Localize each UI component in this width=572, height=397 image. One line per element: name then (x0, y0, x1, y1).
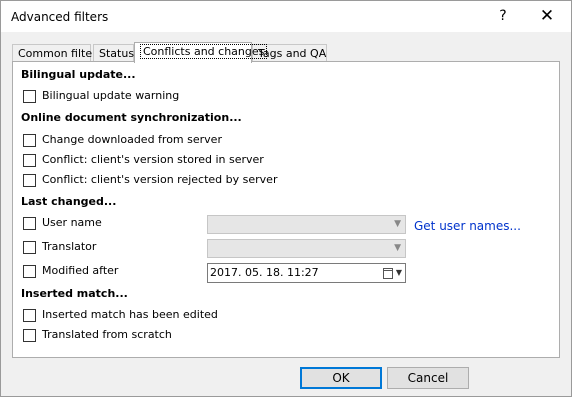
checkbox-box[interactable] (23, 216, 36, 230)
checkbox-label: Change downloaded from server (42, 133, 222, 146)
checkbox-label: Translator (42, 240, 97, 253)
tab-status[interactable]: Status (93, 44, 134, 61)
user-name-combo[interactable]: ▼ (207, 215, 406, 234)
checkbox-user-name[interactable]: User name (23, 216, 102, 230)
checkbox-label: Inserted match has been edited (42, 308, 218, 321)
checkbox-box[interactable] (23, 133, 36, 147)
section-online-sync: Online document synchronization... (21, 111, 242, 124)
ok-button[interactable]: OK (300, 367, 382, 389)
checkbox-label: Translated from scratch (42, 328, 172, 341)
modified-after-date-picker[interactable]: 2017. 05. 18. 11:27 ▼ (207, 263, 406, 283)
checkbox-label: Conflict: client's version rejected by s… (42, 173, 278, 186)
checkbox-box[interactable] (23, 89, 36, 103)
checkbox-label: Bilingual update warning (42, 89, 180, 102)
checkbox-inserted-edited[interactable]: Inserted match has been edited (23, 308, 218, 322)
tab-label: Tags and QA (258, 47, 327, 60)
checkbox-box[interactable] (23, 153, 36, 167)
chevron-down-icon[interactable]: ▼ (396, 268, 402, 277)
checkbox-conflict-stored[interactable]: Conflict: client's version stored in ser… (23, 153, 264, 167)
tab-label: Common filters (18, 47, 103, 60)
chevron-down-icon: ▼ (394, 219, 401, 229)
advanced-filters-dialog: Advanced filters ? ✕ Common filters Stat… (0, 0, 572, 397)
section-inserted-match: Inserted match... (21, 287, 128, 300)
checkbox-box[interactable] (23, 264, 36, 278)
tab-conflicts-and-changes[interactable]: Conflicts and changes (134, 42, 268, 63)
section-bilingual-update: Bilingual update... (21, 68, 136, 81)
tab-common-filters[interactable]: Common filters (12, 44, 102, 61)
checkbox-label: Conflict: client's version stored in ser… (42, 153, 264, 166)
checkbox-translator[interactable]: Translator (23, 240, 96, 254)
date-value: 2017. 05. 18. 11:27 (210, 266, 319, 279)
translator-combo[interactable]: ▼ (207, 239, 406, 258)
tab-label: Conflicts and changes (140, 44, 268, 59)
checkbox-label: Modified after (42, 264, 119, 277)
help-button[interactable]: ? (483, 1, 523, 32)
chevron-down-icon: ▼ (394, 243, 401, 253)
checkbox-translated-scratch[interactable]: Translated from scratch (23, 328, 172, 342)
checkbox-label: User name (42, 216, 102, 229)
tab-strip: Common filters Status Conflicts and chan… (12, 42, 560, 63)
checkbox-box[interactable] (23, 328, 36, 342)
section-last-changed: Last changed... (21, 195, 117, 208)
checkbox-box[interactable] (23, 240, 36, 254)
title-bar: Advanced filters ? ✕ (1, 1, 571, 32)
close-button[interactable]: ✕ (527, 1, 567, 32)
checkbox-box[interactable] (23, 173, 36, 187)
checkbox-conflict-rejected[interactable]: Conflict: client's version rejected by s… (23, 173, 277, 187)
checkbox-modified-after[interactable]: Modified after (23, 264, 118, 278)
checkbox-change-downloaded[interactable]: Change downloaded from server (23, 133, 222, 147)
checkbox-bilingual-update-warning[interactable]: Bilingual update warning (23, 89, 179, 103)
window-title: Advanced filters (11, 10, 109, 24)
calendar-icon[interactable] (383, 268, 393, 279)
tab-label: Status (99, 47, 135, 60)
get-user-names-link[interactable]: Get user names... (414, 219, 521, 233)
checkbox-box[interactable] (23, 308, 36, 322)
cancel-button[interactable]: Cancel (387, 367, 469, 389)
